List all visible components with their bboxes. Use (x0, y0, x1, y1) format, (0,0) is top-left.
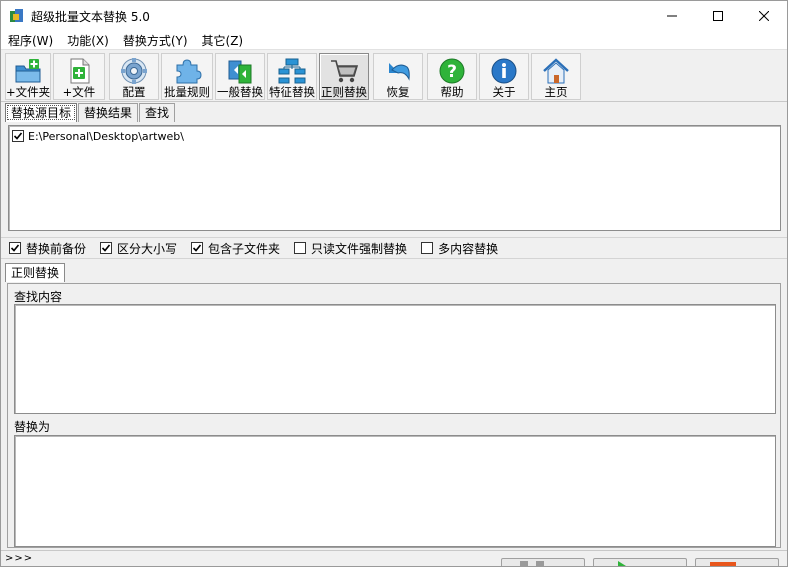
add-folder-button[interactable]: +文件夹 (5, 53, 51, 100)
checkmark-icon (10, 244, 20, 252)
checkmark-icon (101, 244, 111, 252)
multi-content-checkbox[interactable] (421, 242, 434, 254)
puzzle-icon (176, 59, 202, 84)
option-multi-content[interactable]: 多内容替换 (421, 240, 498, 257)
case-sensitive-checkbox[interactable] (100, 242, 113, 254)
sitemap-icon (278, 58, 306, 84)
close-icon (759, 11, 769, 21)
source-tabs: 替换源目标 替换结果 查找 (5, 103, 176, 123)
readonly-force-checkbox[interactable] (294, 242, 307, 254)
list-item[interactable]: E:\Personal\Desktop\artweb\ (9, 128, 780, 144)
main-window: 超级批量文本替换 5.0 程序(W) 功能(X) 替换方式(Y) 其它(Z) +… (0, 0, 788, 567)
tab-replace-result[interactable]: 替换结果 (78, 103, 139, 122)
feature-replace-button[interactable]: 特征替换 (267, 53, 317, 100)
status-text: >>> (5, 553, 34, 564)
option-backup[interactable]: 替换前备份 (9, 240, 86, 257)
target-path: E:\Personal\Desktop\artweb\ (28, 129, 184, 143)
option-case-sensitive[interactable]: 区分大小写 (100, 240, 177, 257)
menu-bar: 程序(W) 功能(X) 替换方式(Y) 其它(Z) (1, 31, 787, 50)
undo-arrow-icon (389, 63, 410, 81)
batch-rules-label: 批量规则 (164, 85, 210, 99)
about-label: 关于 (492, 85, 516, 99)
menu-program[interactable]: 程序(W) (1, 32, 60, 49)
checkmark-icon (192, 244, 202, 252)
checkmark-icon (13, 132, 23, 140)
add-folder-icon (15, 59, 41, 83)
config-icon (121, 58, 147, 84)
stop-button[interactable] (695, 558, 779, 566)
general-replace-button[interactable]: 一般替换 (215, 53, 265, 100)
window-title: 超级批量文本替换 5.0 (31, 9, 150, 24)
general-replace-icon (228, 60, 252, 84)
add-file-button[interactable]: +文件 (53, 53, 105, 100)
batch-rules-button[interactable]: 批量规则 (161, 53, 213, 100)
home-button[interactable]: 主页 (531, 53, 581, 100)
regex-panel: 查找内容 替换为 (7, 283, 781, 548)
regex-replace-button[interactable]: 正则替换 (319, 53, 369, 100)
readonly-force-label: 只读文件强制替换 (311, 241, 408, 256)
restore-button[interactable]: 恢复 (373, 53, 423, 100)
maximize-button[interactable] (695, 1, 741, 31)
start-button[interactable] (593, 558, 687, 566)
case-sensitive-label: 区分大小写 (117, 241, 178, 256)
cart-icon (331, 60, 359, 83)
option-subfolders[interactable]: 包含子文件夹 (191, 240, 280, 257)
tab-find[interactable]: 查找 (139, 103, 176, 122)
menu-function[interactable]: 功能(X) (60, 32, 116, 49)
close-button[interactable] (741, 1, 787, 31)
backup-checkbox[interactable] (9, 242, 21, 254)
minimize-button[interactable] (649, 1, 695, 31)
option-readonly-force[interactable]: 只读文件强制替换 (294, 240, 407, 257)
pause-icon (520, 561, 544, 566)
minimize-icon (667, 15, 677, 17)
about-button[interactable]: 关于 (479, 53, 529, 100)
stop-icon (710, 562, 736, 566)
options-row: 替换前备份 区分大小写 包含子文件夹 只读文件强制替换 多内容替换 (1, 237, 787, 259)
target-checkbox[interactable] (12, 130, 24, 142)
backup-label: 替换前备份 (26, 241, 87, 256)
target-list[interactable]: E:\Personal\Desktop\artweb\ (8, 125, 781, 231)
tab-regex-replace[interactable]: 正则替换 (5, 263, 66, 282)
config-label: 配置 (122, 85, 146, 99)
app-icon (9, 8, 25, 24)
help-label: 帮助 (440, 85, 464, 99)
replace-label: 替换为 (14, 420, 51, 434)
multi-content-label: 多内容替换 (438, 241, 499, 256)
find-textarea[interactable] (14, 304, 776, 414)
play-icon (618, 561, 626, 566)
help-button[interactable]: ? 帮助 (427, 53, 477, 100)
feature-replace-label: 特征替换 (269, 85, 315, 99)
home-icon (543, 58, 569, 84)
config-button[interactable]: 配置 (109, 53, 159, 100)
tab-replace-source[interactable]: 替换源目标 (5, 103, 78, 122)
title-bar[interactable]: 超级批量文本替换 5.0 (1, 1, 787, 31)
restore-label: 恢复 (386, 85, 410, 99)
menu-other[interactable]: 其它(Z) (195, 32, 251, 49)
general-replace-label: 一般替换 (217, 85, 263, 99)
home-label: 主页 (544, 85, 568, 99)
mode-tabs: 正则替换 (5, 263, 66, 283)
add-file-icon (70, 58, 90, 84)
subfolders-label: 包含子文件夹 (208, 241, 281, 256)
info-icon (491, 58, 517, 84)
replace-textarea[interactable] (14, 435, 776, 547)
status-bar: >>> (1, 550, 787, 566)
subfolders-checkbox[interactable] (191, 242, 204, 254)
regex-replace-label: 正则替换 (321, 85, 367, 99)
add-folder-label: +文件夹 (5, 85, 51, 99)
maximize-icon (713, 11, 723, 21)
menu-replace-mode[interactable]: 替换方式(Y) (116, 32, 195, 49)
toolbar: +文件夹 +文件 配置 批量规则 一般替换 特征替换 正则替换 恢复 ? 帮助 … (1, 51, 787, 102)
svg-text:?: ? (447, 62, 457, 82)
pause-button[interactable] (501, 558, 585, 566)
help-icon: ? (439, 58, 465, 84)
add-file-label: +文件 (62, 85, 96, 99)
find-label: 查找内容 (14, 290, 63, 304)
